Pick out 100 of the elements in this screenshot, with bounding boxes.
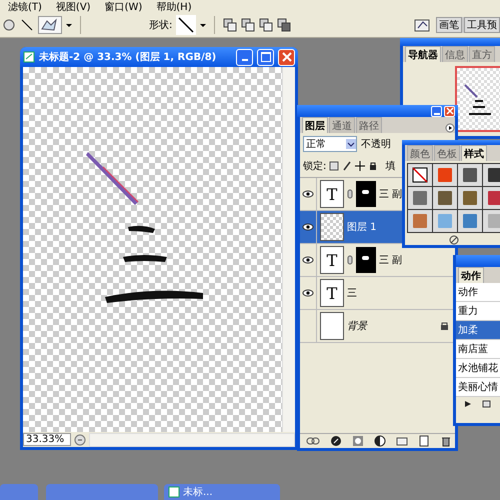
style-swatch[interactable] [462,213,478,229]
caret-icon [346,139,356,149]
panel-tab[interactable]: 图层 [302,117,328,133]
zoom-level[interactable]: 33.33% [23,433,72,446]
eye-icon[interactable] [302,256,314,264]
move-icon[interactable] [355,161,366,171]
close-button[interactable] [444,106,455,116]
opacity-label: 不透明 [361,138,391,151]
delete-icon[interactable] [449,235,459,245]
ellipse-tool-icon[interactable] [2,18,16,32]
layer-name: 三 副 [379,188,402,201]
panel-tab[interactable]: 动作 [458,267,484,283]
line-shape-picker[interactable] [176,15,196,35]
panel-tab[interactable]: 通道 [329,117,355,133]
minimize-button[interactable] [431,106,442,116]
panel-title-bar [456,255,500,267]
style-swatch[interactable] [462,190,478,206]
minimize-button[interactable] [236,48,253,66]
minimized-window[interactable]: 未标... [164,484,280,500]
shape-mode-icon[interactable] [277,18,292,32]
eye-icon[interactable] [302,223,314,231]
link-icon[interactable] [347,255,353,265]
blend-mode-dropdown[interactable]: 正常 [303,136,357,152]
status-menu-icon[interactable] [74,434,86,446]
menu-item[interactable]: 滤镜(T) [8,0,42,14]
layer-name: 背景 [347,320,367,333]
panel-tab[interactable]: 样式 [461,145,487,161]
style-swatch[interactable] [487,213,500,229]
mask-icon[interactable] [352,435,364,447]
layer-thumbnail [320,312,344,340]
style-swatch[interactable] [437,213,453,229]
window-title: 未标... [183,486,213,499]
action-item[interactable]: 重力 [456,302,500,321]
shape-mode-icon[interactable] [241,18,256,32]
vertical-scrollbar[interactable] [282,67,295,432]
custom-shape-tool-icon[interactable] [38,16,62,34]
window-title: 未标题-2 @ 33.3% (图层 1, RGB/8) [39,50,216,64]
brush-icon[interactable] [342,161,352,171]
panel-tab[interactable]: 直方 [469,46,495,62]
shape-label: 形状: [149,18,172,32]
style-swatch[interactable] [412,190,428,206]
style-swatch[interactable] [437,167,453,183]
layer-name: 三 [347,287,357,300]
line-tool-icon[interactable] [20,18,34,32]
style-swatch[interactable] [487,167,500,183]
close-icon [282,52,292,62]
lock-transparency-icon[interactable] [329,161,340,171]
panel-menu-icon[interactable] [445,123,455,133]
adjustment-layer-icon[interactable] [374,435,386,447]
menu-item[interactable]: 视图(V) [56,0,91,14]
document-icon [168,486,180,498]
action-item[interactable]: 南店蓝 [456,340,500,359]
folder-icon[interactable] [396,435,408,447]
style-swatch[interactable] [487,190,500,206]
text-layer-thumbnail: T [320,279,344,307]
action-item[interactable]: 加柔 [456,321,500,340]
play-icon[interactable] [464,400,472,408]
layer-mask-thumbnail [356,181,376,207]
style-swatch[interactable] [412,213,428,229]
fill-label: 填 [385,160,396,173]
eye-icon[interactable] [302,190,314,198]
no-style-icon[interactable] [412,167,428,183]
palette-well-tab[interactable]: 画笔 [436,17,462,33]
layer-style-icon[interactable] [330,435,342,447]
palette-well-icon[interactable] [414,17,432,33]
layer-mask-thumbnail [356,247,376,273]
document-icon [23,51,35,63]
maximize-button[interactable] [257,48,274,66]
layer-name: 图层 1 [347,221,377,234]
style-swatch[interactable] [437,190,453,206]
layer-row[interactable]: 背景 [300,310,455,343]
lock-label: 锁定: [303,160,326,173]
shape-mode-icon[interactable] [259,18,274,32]
link-icon[interactable] [347,189,353,199]
new-layer-icon[interactable] [418,435,430,447]
eye-icon[interactable] [302,289,314,297]
horizontal-scrollbar[interactable] [89,432,295,446]
panel-tab[interactable]: 导航器 [405,46,441,62]
close-icon [446,107,454,115]
text-layer-thumbnail: T [320,180,344,208]
action-item[interactable]: 水池铺花 [456,359,500,378]
new-set-icon[interactable] [482,400,491,408]
panel-tab[interactable]: 色板 [434,145,460,161]
palette-well-tab[interactable]: 工具预 [464,17,500,33]
action-item[interactable]: 美丽心情 [456,378,500,397]
layer-thumbnail [320,213,344,241]
layer-name: 三 副 [379,254,402,267]
panel-tab[interactable]: 信息 [442,46,468,62]
menu-item[interactable]: 窗口(W) [104,0,142,14]
text-layer-thumbnail: T [320,246,344,274]
link-icon[interactable] [306,437,320,445]
lock-icon[interactable] [368,161,378,171]
panel-tab[interactable]: 颜色 [407,145,433,161]
menu-item[interactable]: 帮助(H) [156,0,192,14]
navigator-thumbnail[interactable] [455,66,500,132]
style-swatch[interactable] [462,167,478,183]
panel-tab[interactable]: 路径 [356,117,382,133]
close-button[interactable] [278,48,295,66]
shape-mode-icon[interactable] [223,18,238,32]
action-item[interactable]: 动作 [456,283,500,302]
